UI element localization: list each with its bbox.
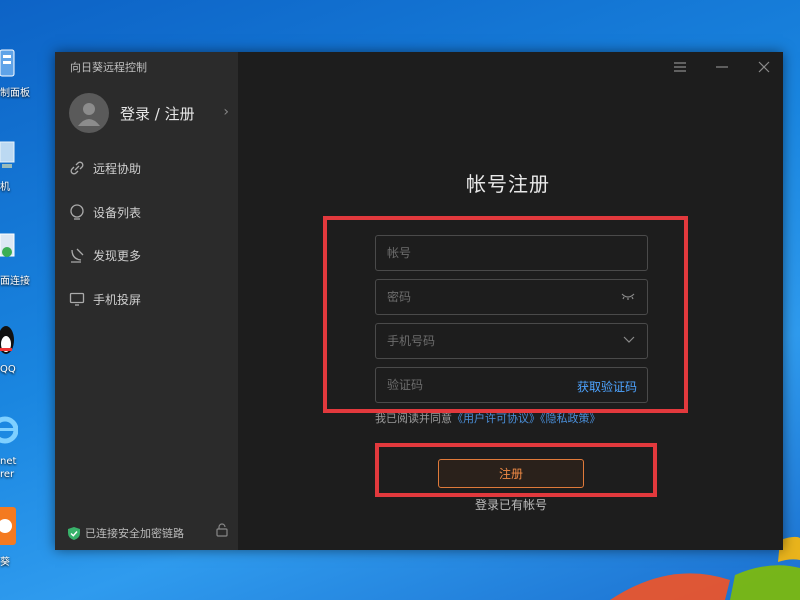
page-title: 帐号注册	[466, 172, 550, 196]
control-panel-icon	[0, 49, 15, 77]
minimize-icon	[716, 66, 728, 68]
sidebar-item-discover[interactable]: 发现更多	[69, 244, 141, 266]
sidebar-item-label: 远程协助	[93, 161, 142, 176]
main-panel: 帐号注册 获取验证码 我已阅读并同意《用户许可协议》《隐私政策》 注册 登录已有…	[238, 52, 783, 550]
desktop-icon-computer[interactable]: 机	[0, 138, 30, 193]
get-code-button[interactable]: 获取验证码	[577, 378, 637, 395]
agreement-text: 我已阅读并同意《用户许可协议》《隐私政策》	[375, 410, 601, 426]
device-list-icon	[70, 204, 84, 220]
account-input[interactable]	[376, 236, 647, 270]
menu-button[interactable]	[671, 59, 689, 75]
secure-connection-status: 已连接安全加密链路	[68, 523, 228, 541]
desktop-icon-sunlogin[interactable]: 葵	[0, 505, 30, 568]
verification-code-field[interactable]: 获取验证码	[375, 367, 648, 403]
desktop-icon-label: net	[0, 456, 17, 467]
login-register-entry[interactable]: 登录 / 注册 ›	[69, 92, 229, 134]
chevron-right-icon: ›	[223, 104, 229, 120]
sidebar: 向日葵远程控制 登录 / 注册 › 远程协助 设备列表 发现更多 手机投屏 已连…	[55, 52, 238, 550]
phone-field[interactable]	[375, 323, 648, 359]
link-icon	[70, 161, 84, 175]
desktop-icon-internet-explorer[interactable]: net rer	[0, 410, 30, 480]
lock-icon[interactable]	[216, 523, 228, 537]
desktop-icon-control-panel[interactable]: 制面板	[0, 48, 30, 99]
close-icon	[758, 61, 770, 73]
sidebar-item-remote-assist[interactable]: 远程协助	[69, 157, 141, 179]
register-button[interactable]: 注册	[438, 459, 584, 488]
desktop-icon-label: QQ	[0, 364, 16, 375]
internet-explorer-icon	[0, 416, 19, 444]
discover-icon	[71, 248, 84, 263]
menu-icon	[674, 62, 686, 72]
chevron-down-icon[interactable]	[623, 334, 635, 344]
secure-status-text: 已连接安全加密链路	[85, 527, 184, 540]
close-button[interactable]	[755, 59, 773, 75]
sidebar-item-label: 发现更多	[93, 248, 142, 263]
qq-penguin-icon	[0, 326, 14, 354]
desktop-icon-label: 面连接	[0, 276, 30, 287]
desktop-icon-label: 葵	[0, 557, 10, 568]
login-existing-account-link[interactable]: 登录已有帐号	[475, 496, 547, 513]
user-agreement-link[interactable]: 《用户许可协议》	[452, 412, 540, 425]
sidebar-item-label: 设备列表	[93, 205, 142, 220]
avatar	[69, 93, 109, 133]
sidebar-item-screen-cast[interactable]: 手机投屏	[69, 288, 141, 310]
sidebar-item-device-list[interactable]: 设备列表	[69, 201, 141, 223]
account-field[interactable]	[375, 235, 648, 271]
password-field[interactable]	[375, 279, 648, 315]
password-input[interactable]	[376, 280, 647, 314]
desktop-icon-remote-desktop[interactable]: 面连接	[0, 232, 30, 287]
eye-closed-icon[interactable]	[621, 290, 635, 302]
minimize-button[interactable]	[713, 59, 731, 75]
login-register-label: 登录 / 注册	[120, 104, 195, 123]
sidebar-item-label: 手机投屏	[93, 292, 142, 307]
privacy-policy-link[interactable]: 《隐私政策》	[540, 412, 601, 425]
desktop-icon-label: rer	[0, 469, 15, 480]
sunlogin-window: 向日葵远程控制 登录 / 注册 › 远程协助 设备列表 发现更多 手机投屏 已连…	[55, 52, 783, 550]
phone-input[interactable]	[376, 324, 647, 358]
screen-cast-icon	[69, 292, 85, 306]
computer-icon	[0, 141, 15, 168]
remote-desktop-icon	[0, 233, 15, 257]
user-icon	[78, 103, 100, 126]
desktop-icon-label: 机	[0, 182, 10, 193]
desktop-icon-label: 制面板	[0, 88, 30, 99]
agreement-prefix: 我已阅读并同意	[375, 412, 452, 425]
app-title: 向日葵远程控制	[70, 61, 147, 74]
shield-check-icon	[68, 526, 80, 540]
desktop-icon-qq[interactable]: QQ	[0, 322, 30, 375]
sunlogin-icon	[0, 507, 16, 545]
